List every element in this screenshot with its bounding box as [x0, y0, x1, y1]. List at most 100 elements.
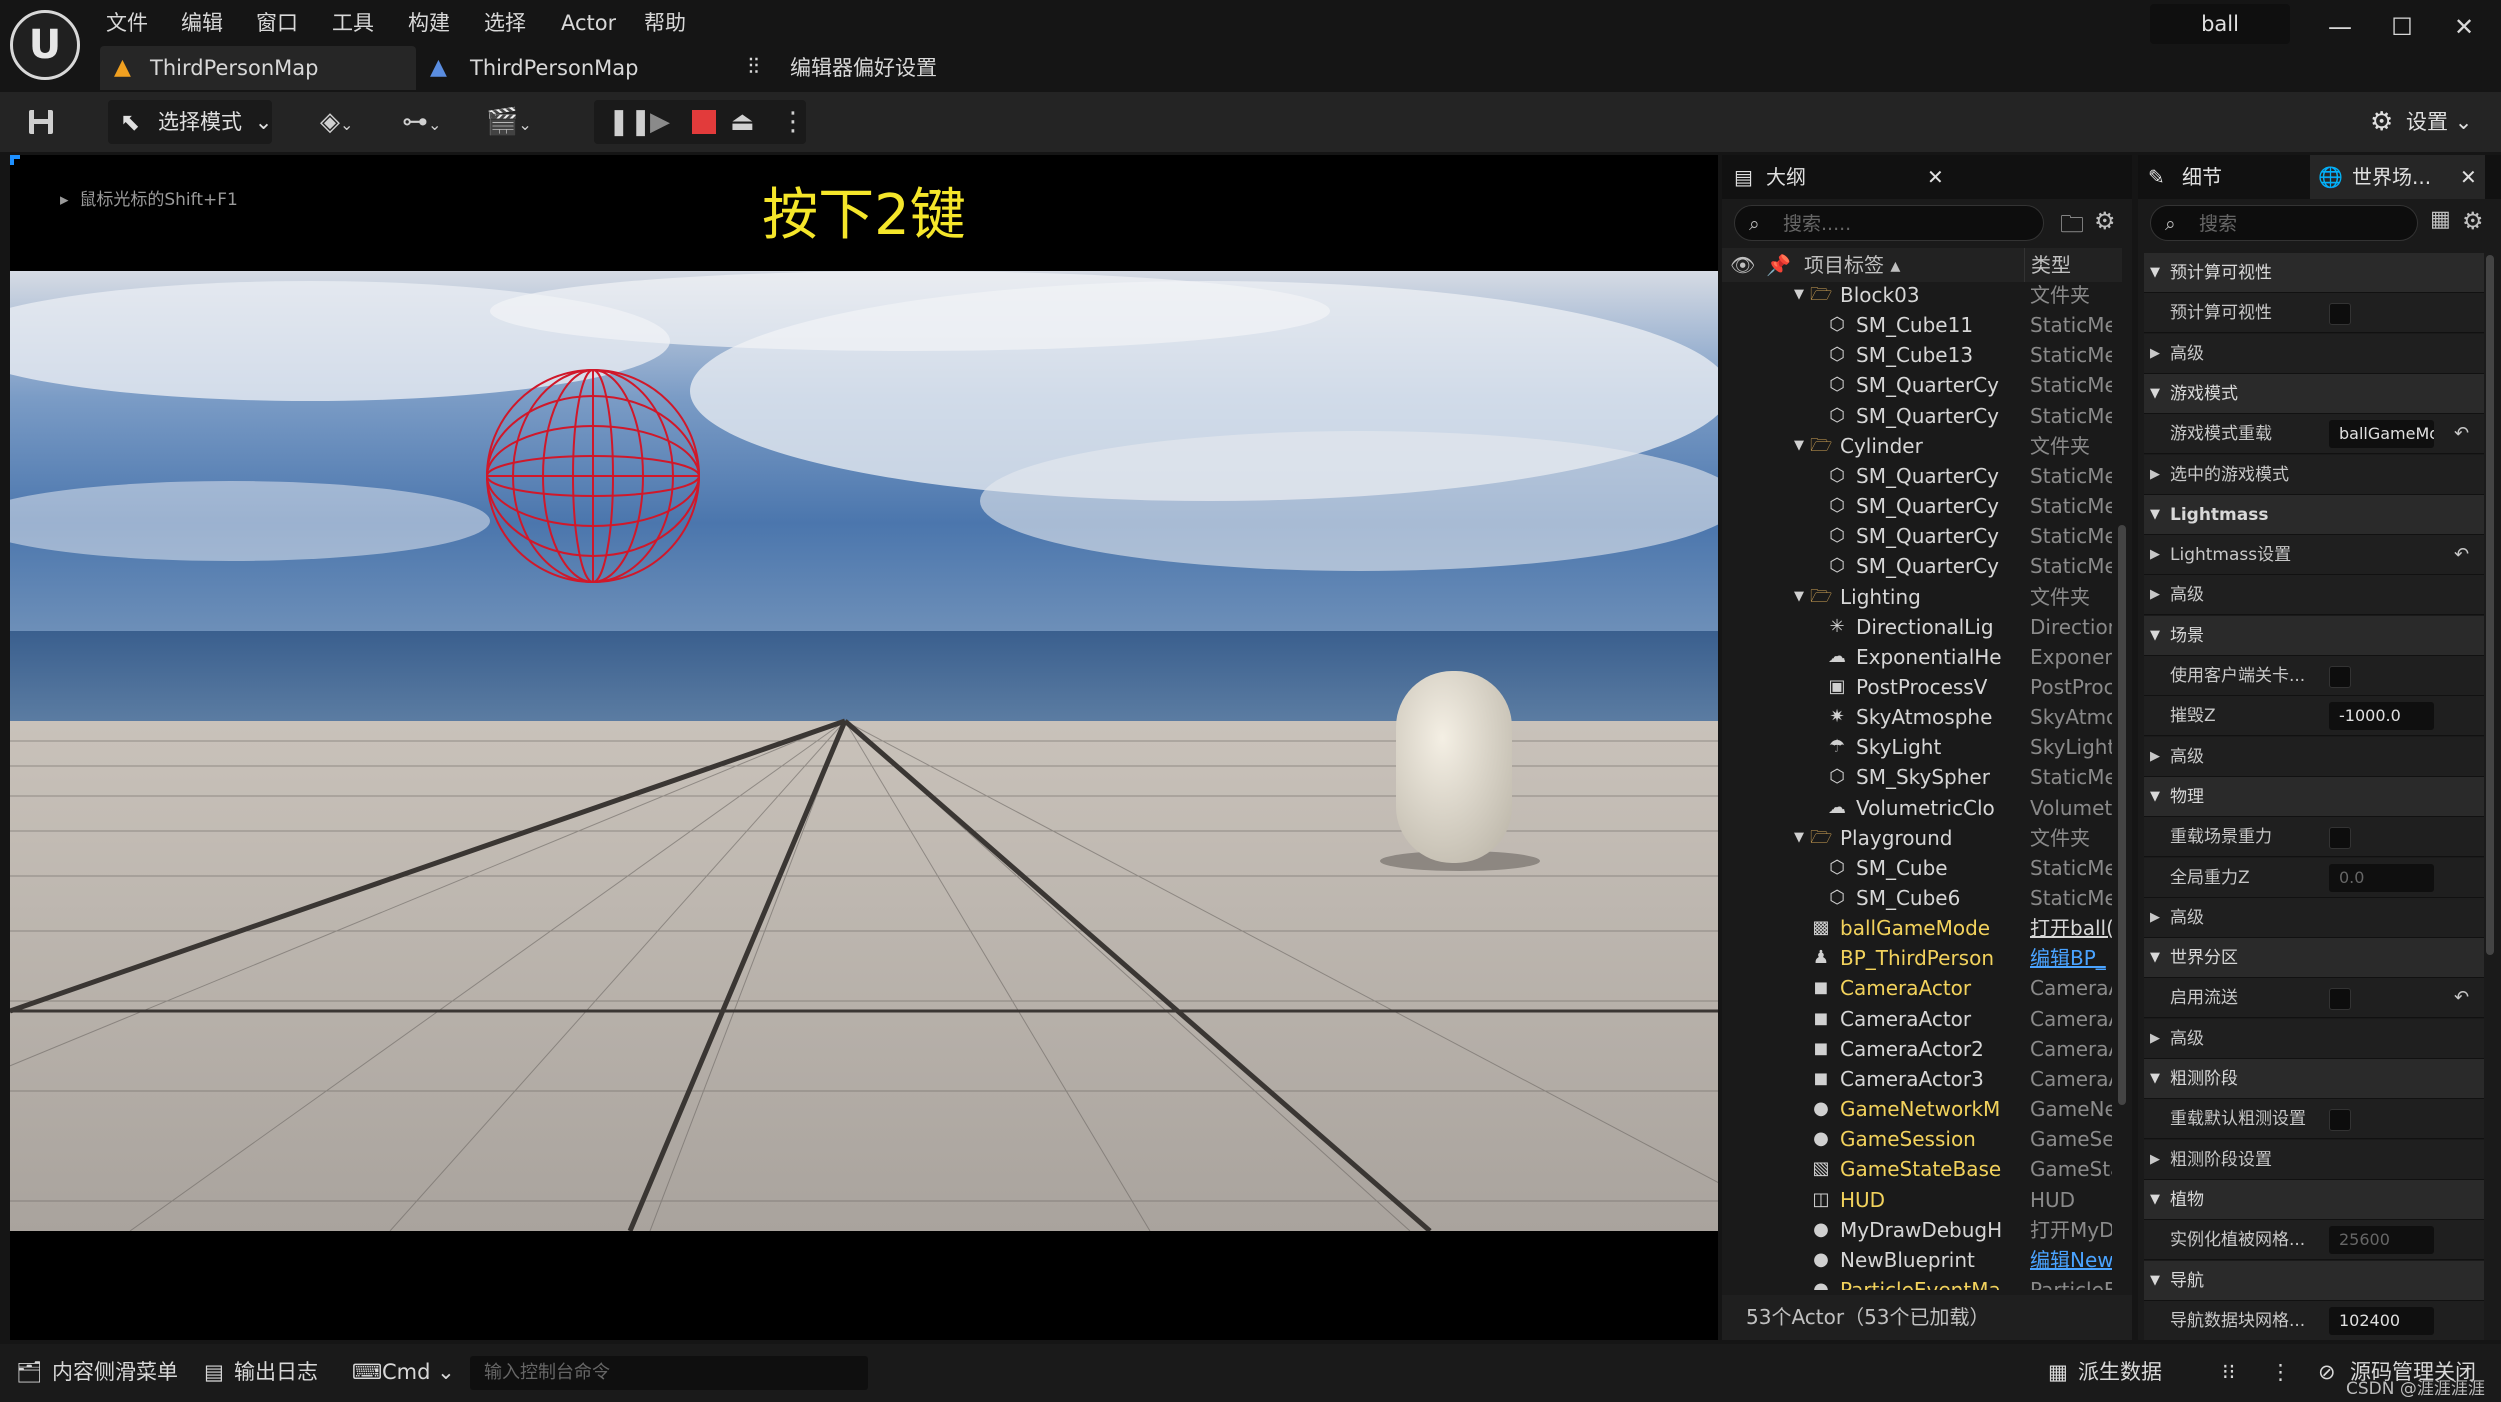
details-property-row[interactable]: 游戏模式重载 ballGameMode ↶	[2144, 414, 2484, 455]
collapse-arrow-icon[interactable]: ▼	[2150, 374, 2160, 414]
outliner-actor-row[interactable]: ⬡ SM_QuarterCy StaticMe	[1722, 491, 2122, 521]
col-label[interactable]: 项目标签 ▴	[1804, 248, 1900, 282]
outliner-actor-row[interactable]: ● ParticleEventMa ParticleE	[1722, 1275, 2122, 1290]
outliner-actor-row[interactable]: ⬡ SM_Cube11 StaticMe	[1722, 310, 2122, 340]
property-checkbox[interactable]	[2329, 988, 2351, 1011]
collapse-arrow-icon[interactable]: ▼	[2150, 616, 2160, 656]
details-search-input[interactable]: ⌕ 搜索	[2150, 205, 2418, 241]
tab-world-settings[interactable]: 🌐 世界场... ✕	[2310, 155, 2485, 199]
stop-icon[interactable]	[692, 110, 716, 134]
property-checkbox[interactable]	[2329, 1109, 2351, 1132]
outliner-actor-row[interactable]: ⬡ SM_Cube13 StaticMe	[1722, 340, 2122, 370]
cmd-dropdown[interactable]: ⌨ Cmd ⌄	[352, 1352, 455, 1392]
details-category[interactable]: ▼ 导航	[2144, 1260, 2484, 1301]
step-icon[interactable]: ▶	[650, 100, 670, 144]
outliner-actor-row[interactable]: ▩ ballGameMode 打开ball(	[1722, 913, 2122, 943]
expand-arrow-icon[interactable]: ▼	[1788, 827, 1810, 849]
settings-button[interactable]: ⚙ 设置 ⌄	[2364, 100, 2489, 144]
expand-arrow-icon[interactable]: ▶	[2150, 455, 2160, 495]
outliner-actor-row[interactable]: ✳ DirectionalLig Direction	[1722, 612, 2122, 642]
details-property-row[interactable]: 导航数据块网格... 102400	[2144, 1300, 2484, 1340]
outliner-folder-row[interactable]: ▼ 🗁 Block03 文件夹	[1722, 280, 2122, 310]
save-icon[interactable]	[26, 100, 56, 144]
outliner-actor-row[interactable]: ▧ GameStateBase GameSta	[1722, 1154, 2122, 1184]
details-property-row[interactable]: 启用流送 ↶	[2144, 978, 2484, 1019]
property-value-field[interactable]: 0.0	[2329, 863, 2434, 892]
reset-to-default-icon[interactable]: ↶	[2454, 535, 2469, 575]
details-category[interactable]: ▼ 物理	[2144, 776, 2484, 817]
details-property-row[interactable]: ▶ 高级	[2144, 575, 2484, 616]
notifications-icon[interactable]: ⁝⁝	[2222, 1352, 2235, 1392]
derived-data-button[interactable]: ▦ 派生数据	[2048, 1352, 2162, 1392]
property-checkbox[interactable]	[2329, 666, 2351, 688]
level-viewport[interactable]: ▸ 鼠标光标的Shift+F1 按下2键	[10, 155, 1718, 1340]
outliner-actor-row[interactable]: ⬡ SM_QuarterCy StaticMe	[1722, 461, 2122, 491]
close-button[interactable]: ✕	[2434, 8, 2494, 46]
outliner-actor-row[interactable]: ⬡ SM_QuarterCy StaticMe	[1722, 401, 2122, 431]
output-log-button[interactable]: ▤ 输出日志	[204, 1352, 318, 1392]
property-checkbox[interactable]	[2329, 303, 2351, 326]
details-property-row[interactable]: 实例化植被网格... 25600	[2144, 1220, 2484, 1261]
collapse-arrow-icon[interactable]: ▼	[2150, 1180, 2160, 1220]
expand-arrow-icon[interactable]: ▼	[1788, 586, 1810, 608]
details-property-row[interactable]: 全局重力Z 0.0	[2144, 857, 2484, 898]
add-folder-icon[interactable]: 🗀	[2060, 207, 2084, 248]
menu-build[interactable]: 构建	[408, 6, 450, 40]
eject-icon[interactable]: ⏏	[730, 100, 755, 144]
details-property-row[interactable]: 重载默认粗测设置	[2144, 1099, 2484, 1140]
outliner-actor-row[interactable]: ☂ SkyLight SkyLight	[1722, 732, 2122, 762]
expand-arrow-icon[interactable]: ▶	[2150, 535, 2160, 575]
tab-thirdpersonmap[interactable]: ▲ ThirdPersonMap	[420, 46, 720, 90]
expand-arrow-icon[interactable]: ▶	[2150, 737, 2160, 777]
select-mode-button[interactable]: ⬉ 选择模式 ⌄	[108, 100, 272, 144]
pause-icon[interactable]: ❚❚	[608, 100, 652, 144]
menu-window[interactable]: 窗口	[256, 6, 298, 40]
table-view-icon[interactable]: ▦	[2430, 207, 2451, 232]
col-type[interactable]: 类型	[2024, 248, 2071, 282]
menu-edit[interactable]: 编辑	[181, 6, 223, 40]
unreal-logo-icon[interactable]: U	[10, 10, 80, 80]
details-category[interactable]: ▼ 游戏模式	[2144, 373, 2484, 414]
details-category[interactable]: ▼ 粗测阶段	[2144, 1059, 2484, 1099]
menu-actor[interactable]: Actor	[561, 6, 616, 40]
reset-to-default-icon[interactable]: ↶	[2454, 414, 2469, 454]
add-actor-icon[interactable]: ◈⌄	[320, 100, 353, 144]
outliner-folder-row[interactable]: ▼ 🗁 Playground 文件夹	[1722, 823, 2122, 853]
tab-details[interactable]: 细节	[2182, 155, 2222, 199]
expand-arrow-icon[interactable]: ▼	[1788, 435, 1810, 457]
maximize-button[interactable]: ☐	[2372, 8, 2432, 46]
details-category[interactable]: ▼ 预计算可视性	[2144, 253, 2484, 293]
outliner-folder-row[interactable]: ▼ 🗁 Lighting 文件夹	[1722, 582, 2122, 612]
outliner-search-input[interactable]: ⌕ 搜索.....	[1734, 205, 2044, 241]
menu-tools[interactable]: 工具	[332, 6, 374, 40]
details-property-row[interactable]: ▶ 高级	[2144, 897, 2484, 938]
gear-icon[interactable]: ⚙	[2094, 207, 2116, 235]
outliner-actor-row[interactable]: ● MyDrawDebugH 打开MyD	[1722, 1215, 2122, 1245]
details-category[interactable]: ▼ 场景	[2144, 615, 2484, 656]
expand-arrow-icon[interactable]: ▶	[2150, 575, 2160, 615]
expand-arrow-icon[interactable]: ▶	[2150, 1140, 2160, 1180]
details-property-row[interactable]: 使用客户端关卡...	[2144, 656, 2484, 696]
row-type[interactable]: 编辑BP_	[2030, 943, 2112, 973]
property-value-field[interactable]: 102400	[2329, 1306, 2434, 1335]
visibility-icon[interactable]: 👁	[1730, 248, 1755, 282]
property-value-field[interactable]: 25600	[2329, 1226, 2434, 1255]
expand-arrow-icon[interactable]: ▶	[2150, 334, 2160, 374]
property-value-field[interactable]: ballGameMode	[2329, 420, 2434, 449]
details-property-row[interactable]: 重载场景重力	[2144, 817, 2484, 858]
outliner-actor-row[interactable]: ◼ CameraActor CameraA	[1722, 1004, 2122, 1034]
details-category[interactable]: ▼ 植物	[2144, 1179, 2484, 1220]
property-checkbox[interactable]	[2329, 827, 2351, 850]
minimize-button[interactable]: —	[2310, 8, 2370, 46]
reset-to-default-icon[interactable]: ↶	[2454, 978, 2469, 1018]
collapse-arrow-icon[interactable]: ▼	[2150, 1059, 2160, 1099]
details-property-row[interactable]: ▶ 高级	[2144, 333, 2484, 374]
details-property-row[interactable]: ▶ 高级	[2144, 736, 2484, 777]
cinematics-icon[interactable]: 🎬⌄	[486, 100, 532, 144]
collapse-arrow-icon[interactable]: ▼	[2150, 777, 2160, 817]
collapse-arrow-icon[interactable]: ▼	[2150, 1261, 2160, 1301]
content-drawer-button[interactable]: 🗂 内容侧滑菜单	[16, 1352, 178, 1392]
property-value-field[interactable]: -1000.0	[2329, 702, 2434, 731]
outliner-actor-row[interactable]: ♟ BP_ThirdPerson 编辑BP_	[1722, 943, 2122, 973]
close-icon[interactable]: ✕	[1927, 155, 1944, 199]
